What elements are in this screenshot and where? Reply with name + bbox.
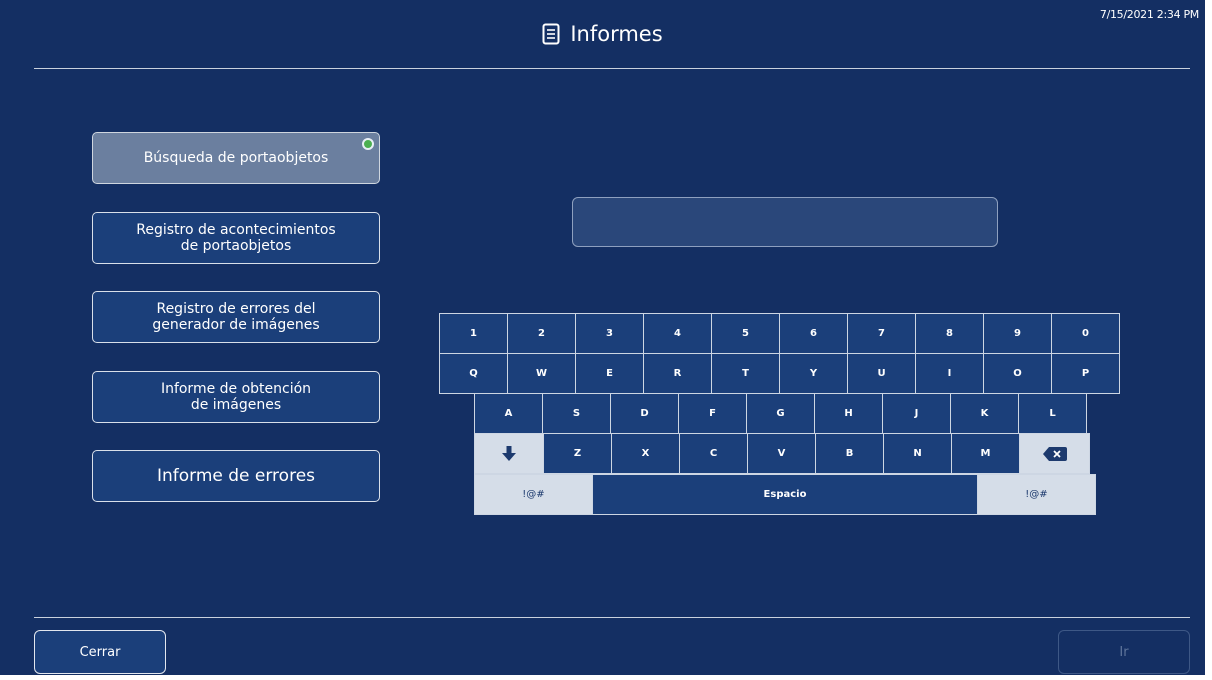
key-e[interactable]: E	[575, 353, 644, 394]
slide-event-log-label: Registro de acontecimientos de portaobje…	[136, 222, 336, 254]
key-g[interactable]: G	[746, 393, 815, 434]
key-m[interactable]: M	[951, 433, 1020, 474]
key-z[interactable]: Z	[543, 433, 612, 474]
key-l[interactable]: L	[1018, 393, 1087, 434]
key-s[interactable]: S	[542, 393, 611, 434]
keyboard-number-row: 1 2 3 4 5 6 7 8 9 0	[439, 313, 1120, 354]
key-h[interactable]: H	[814, 393, 883, 434]
keyboard-middle-letter-row: A S D F G H J K L	[474, 393, 1087, 434]
document-icon	[542, 23, 560, 45]
header-divider	[34, 68, 1190, 69]
key-w[interactable]: W	[507, 353, 576, 394]
search-input[interactable]	[572, 197, 998, 247]
slide-event-log-button[interactable]: Registro de acontecimientos de portaobje…	[92, 212, 380, 264]
reports-screen: 7/15/2021 2:34 PM Informes Búsqueda de p…	[0, 0, 1205, 675]
slide-search-button[interactable]: Búsqueda de portaobjetos	[92, 132, 380, 184]
backspace-icon	[1042, 446, 1067, 461]
key-q[interactable]: Q	[439, 353, 508, 394]
imaging-report-button[interactable]: Informe de obtención de imágenes	[92, 371, 380, 423]
key-u[interactable]: U	[847, 353, 916, 394]
key-2[interactable]: 2	[507, 313, 576, 354]
keyboard-space-row: !@# Espacio !@#	[474, 474, 1096, 515]
error-report-button[interactable]: Informe de errores	[92, 450, 380, 502]
keyboard-top-letter-row: Q W E R T Y U I O P	[439, 353, 1120, 394]
key-r[interactable]: R	[643, 353, 712, 394]
key-0[interactable]: 0	[1051, 313, 1120, 354]
key-4[interactable]: 4	[643, 313, 712, 354]
page-title: Informes	[570, 22, 663, 46]
key-b[interactable]: B	[815, 433, 884, 474]
space-key[interactable]: Espacio	[592, 474, 978, 515]
imaging-report-label: Informe de obtención de imágenes	[160, 381, 312, 413]
key-o[interactable]: O	[983, 353, 1052, 394]
key-k[interactable]: K	[950, 393, 1019, 434]
key-x[interactable]: X	[611, 433, 680, 474]
symbols-key-right[interactable]: !@#	[977, 474, 1096, 515]
key-1[interactable]: 1	[439, 313, 508, 354]
datetime: 7/15/2021 2:34 PM	[1099, 8, 1199, 21]
key-5[interactable]: 5	[711, 313, 780, 354]
key-7[interactable]: 7	[847, 313, 916, 354]
go-button[interactable]: Ir	[1058, 630, 1190, 674]
key-v[interactable]: V	[747, 433, 816, 474]
keyboard-bottom-letter-row: Z X C V B N M	[474, 433, 1090, 474]
close-button[interactable]: Cerrar	[34, 630, 166, 674]
key-8[interactable]: 8	[915, 313, 984, 354]
slide-search-label: Búsqueda de portaobjetos	[143, 150, 329, 166]
key-n[interactable]: N	[883, 433, 952, 474]
key-9[interactable]: 9	[983, 313, 1052, 354]
key-t[interactable]: T	[711, 353, 780, 394]
key-a[interactable]: A	[474, 393, 543, 434]
arrow-down-icon	[502, 445, 516, 461]
status-indicator	[362, 138, 374, 150]
key-f[interactable]: F	[678, 393, 747, 434]
backspace-key[interactable]	[1019, 433, 1090, 474]
key-6[interactable]: 6	[779, 313, 848, 354]
key-p[interactable]: P	[1051, 353, 1120, 394]
shift-key[interactable]	[474, 433, 544, 474]
imager-error-log-button[interactable]: Registro de errores del generador de imá…	[92, 291, 380, 343]
footer-divider	[34, 617, 1190, 618]
page-header: Informes	[0, 22, 1205, 46]
symbols-key-left[interactable]: !@#	[474, 474, 593, 515]
key-c[interactable]: C	[679, 433, 748, 474]
key-d[interactable]: D	[610, 393, 679, 434]
imager-error-log-label: Registro de errores del generador de imá…	[152, 301, 320, 333]
key-j[interactable]: J	[882, 393, 951, 434]
key-y[interactable]: Y	[779, 353, 848, 394]
error-report-label: Informe de errores	[156, 466, 316, 486]
key-3[interactable]: 3	[575, 313, 644, 354]
key-i[interactable]: I	[915, 353, 984, 394]
